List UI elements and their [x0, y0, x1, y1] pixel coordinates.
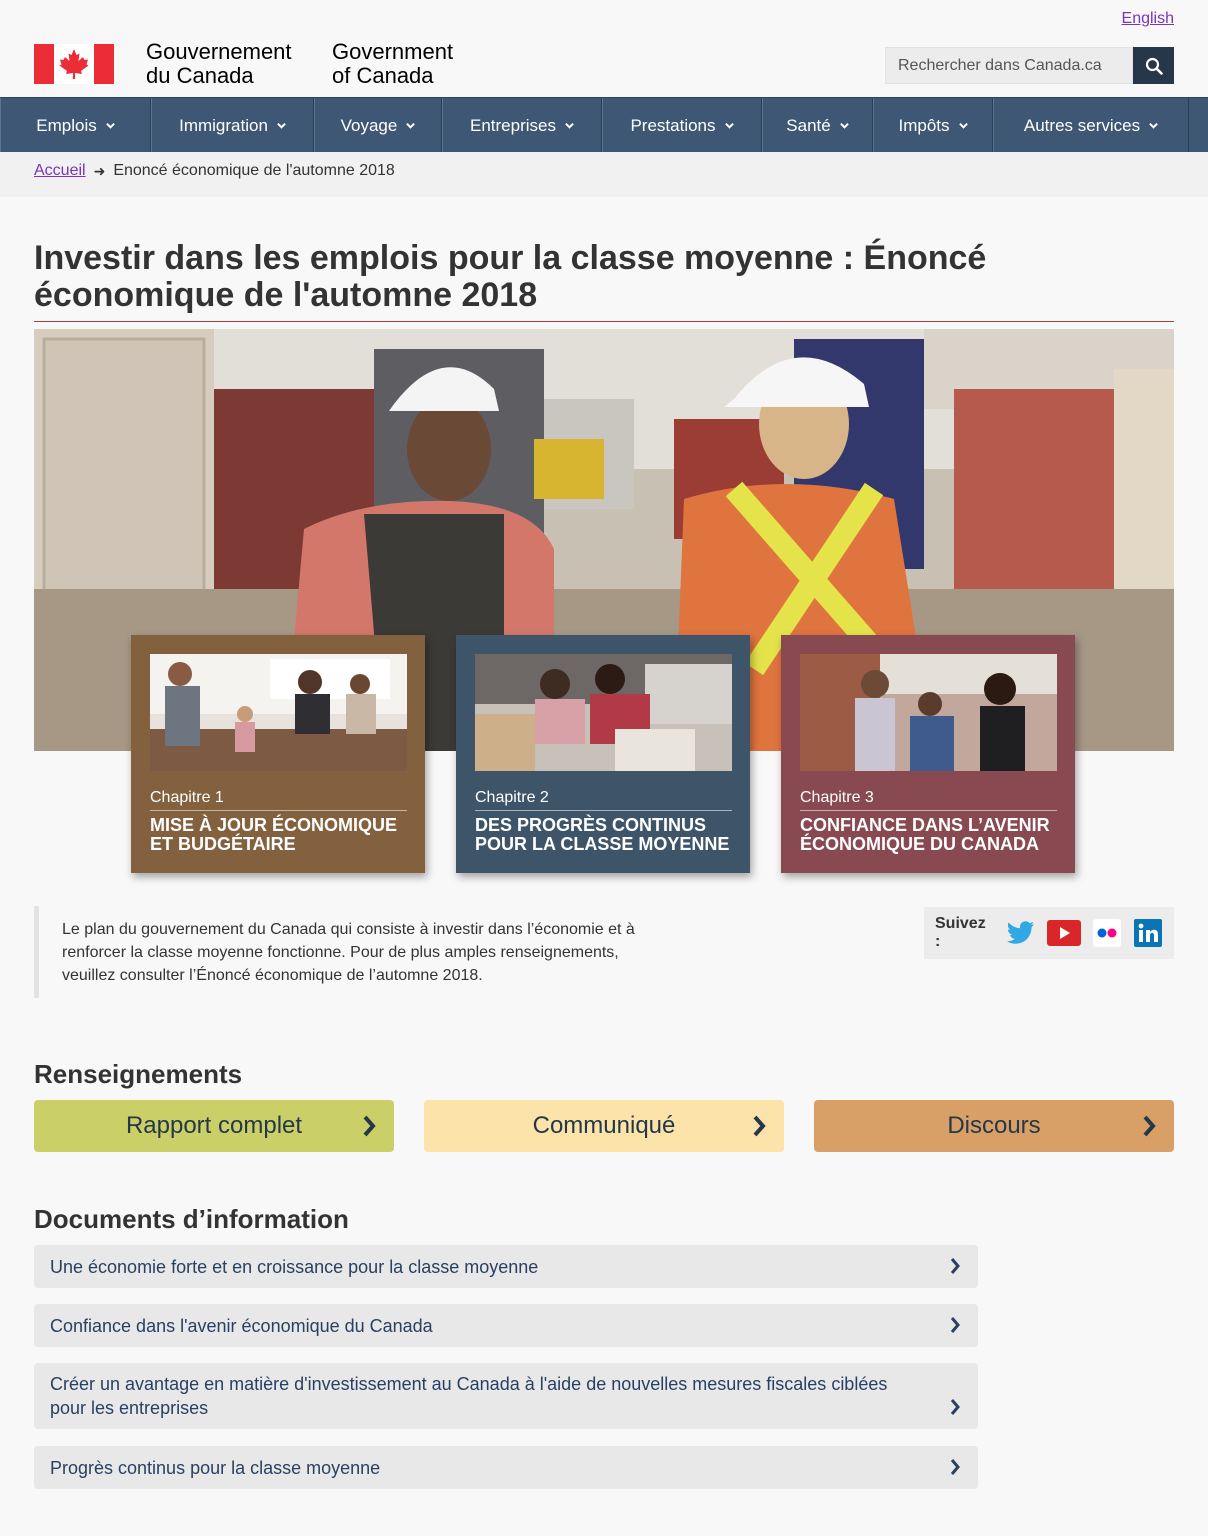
chapter-2-label: Chapitre 2	[475, 789, 732, 811]
menu-label: Voyage	[340, 115, 398, 135]
chevron-down-icon	[406, 122, 416, 129]
chevron-down-icon	[958, 122, 968, 129]
document-link-label: Une économie forte et en croissance pour…	[50, 1256, 539, 1277]
chapter-1-card[interactable]: Chapitre 1 Mise à jour économique et bud…	[131, 635, 425, 873]
twitter-icon[interactable]	[1006, 920, 1035, 946]
menu-item-immigration[interactable]: Immigration	[151, 98, 314, 153]
wordmark: Gouvernement du Canada Government of Can…	[146, 40, 518, 88]
chevron-right-icon	[950, 1258, 960, 1274]
search-form: Rechercher dans Canada.ca	[885, 47, 1174, 84]
chevron-down-icon	[839, 122, 849, 129]
button-label: Rapport complet	[125, 1112, 303, 1139]
intro-text: Le plan du gouvernement du Canada qui co…	[34, 906, 674, 998]
wordmark-en-line2: of Canada	[332, 63, 434, 88]
follow-label: Suivez :	[935, 915, 986, 950]
chapter-2-card[interactable]: Chapitre 2 Des progrès continus pour la …	[456, 635, 750, 873]
menu-label: Entreprises	[470, 115, 556, 135]
chevron-down-icon	[724, 122, 734, 129]
menu-item-sante[interactable]: Santé	[762, 98, 873, 153]
search-icon	[1145, 57, 1163, 75]
chapter-1-title: Mise à jour économique et budgétaire	[150, 815, 398, 854]
breadcrumb-current: Enoncé économique de l'automne 2018	[113, 162, 395, 179]
flickr-icon[interactable]	[1093, 919, 1122, 947]
menu-label: Prestations	[630, 115, 716, 135]
chapter-2-title: Des progrès continus pour la classe moye…	[475, 815, 730, 854]
document-link-label: Confiance dans l'avenir économique du Ca…	[50, 1315, 433, 1336]
goc-signature[interactable]: Gouvernement du Canada Government of Can…	[34, 40, 518, 88]
social-follow: Suivez :	[924, 907, 1174, 959]
renseignements-buttons: Rapport complet Communiqué Discours	[34, 1100, 1174, 1152]
menu-item-prestations[interactable]: Prestations	[602, 98, 762, 153]
youtube-icon[interactable]	[1046, 920, 1081, 946]
linkedin-icon[interactable]	[1133, 919, 1163, 947]
chevron-right-icon	[1143, 1115, 1156, 1137]
document-link-4[interactable]: Progrès continus pour la classe moyenne	[34, 1446, 978, 1489]
wordmark-fr-line1: Gouvernement	[146, 39, 292, 64]
renseignements-heading: Renseignements	[34, 1059, 243, 1089]
button-label: Discours	[947, 1112, 1041, 1139]
documents-heading: Documents d’information	[34, 1204, 349, 1234]
chapter-2-image	[475, 654, 732, 771]
button-label: Communiqué	[532, 1112, 676, 1139]
menu-item-autres-services[interactable]: Autres services	[993, 98, 1189, 153]
chevron-down-icon	[1149, 122, 1158, 129]
chapter-3-card[interactable]: Chapitre 3 Confiance dans l’avenir écono…	[781, 635, 1075, 873]
chapter-3-title: Confiance dans l’avenir économique du Ca…	[800, 815, 1050, 854]
menu-label: Emplois	[36, 115, 97, 135]
chevron-right-icon	[950, 1459, 960, 1475]
breadcrumb: Accueil ➜ Enoncé économique de l'automne…	[34, 162, 395, 180]
wordmark-en-line1: Government	[332, 39, 454, 64]
discours-button[interactable]: Discours	[814, 1100, 1174, 1152]
page-title: Investir dans les emplois pour la classe…	[34, 239, 987, 314]
menu-item-emplois[interactable]: Emplois	[0, 98, 151, 153]
chevron-right-icon	[950, 1399, 960, 1415]
chevron-right-icon	[950, 1317, 960, 1333]
menu-label: Impôts	[898, 115, 950, 135]
search-button[interactable]	[1133, 47, 1174, 84]
chapter-1-label: Chapitre 1	[150, 789, 407, 811]
document-link-1[interactable]: Une économie forte et en croissance pour…	[34, 1245, 978, 1288]
title-rule	[34, 321, 1174, 322]
menu-item-impots[interactable]: Impôts	[873, 98, 993, 153]
menu-item-entreprises[interactable]: Entreprises	[442, 98, 602, 153]
maple-leaf-icon	[59, 49, 89, 79]
menu-label: Santé	[786, 115, 831, 135]
canada-flag-logo	[34, 44, 114, 84]
breadcrumb-home-link[interactable]: Accueil	[34, 162, 86, 180]
menu-label: Autres services	[1023, 115, 1141, 135]
chevron-down-icon	[565, 122, 574, 129]
search-input[interactable]: Rechercher dans Canada.ca	[885, 47, 1133, 84]
wordmark-fr-line2: du Canada	[146, 63, 254, 88]
document-link-3[interactable]: Créer un avantage en matière d'investiss…	[34, 1363, 978, 1429]
main-menu: Emplois Immigration Voyage Entreprises P…	[0, 97, 1208, 153]
chevron-right-icon	[363, 1115, 376, 1137]
rapport-complet-button[interactable]: Rapport complet	[34, 1100, 394, 1152]
menu-label: Immigration	[179, 115, 268, 135]
communique-button[interactable]: Communiqué	[424, 1100, 784, 1152]
arrow-right-icon: ➜	[93, 162, 106, 179]
document-link-label: Créer un avantage en matière d'investiss…	[50, 1374, 888, 1418]
menu-item-voyage[interactable]: Voyage	[314, 98, 442, 153]
language-toggle-link[interactable]: English	[1122, 10, 1174, 28]
chapter-3-label: Chapitre 3	[800, 789, 1057, 811]
chevron-right-icon	[753, 1115, 766, 1137]
chevron-down-icon	[277, 122, 286, 129]
chapter-1-image	[150, 654, 407, 771]
document-link-2[interactable]: Confiance dans l'avenir économique du Ca…	[34, 1304, 978, 1347]
chapter-3-image	[800, 654, 1057, 771]
chevron-down-icon	[105, 122, 115, 129]
document-link-label: Progrès continus pour la classe moyenne	[50, 1457, 381, 1478]
